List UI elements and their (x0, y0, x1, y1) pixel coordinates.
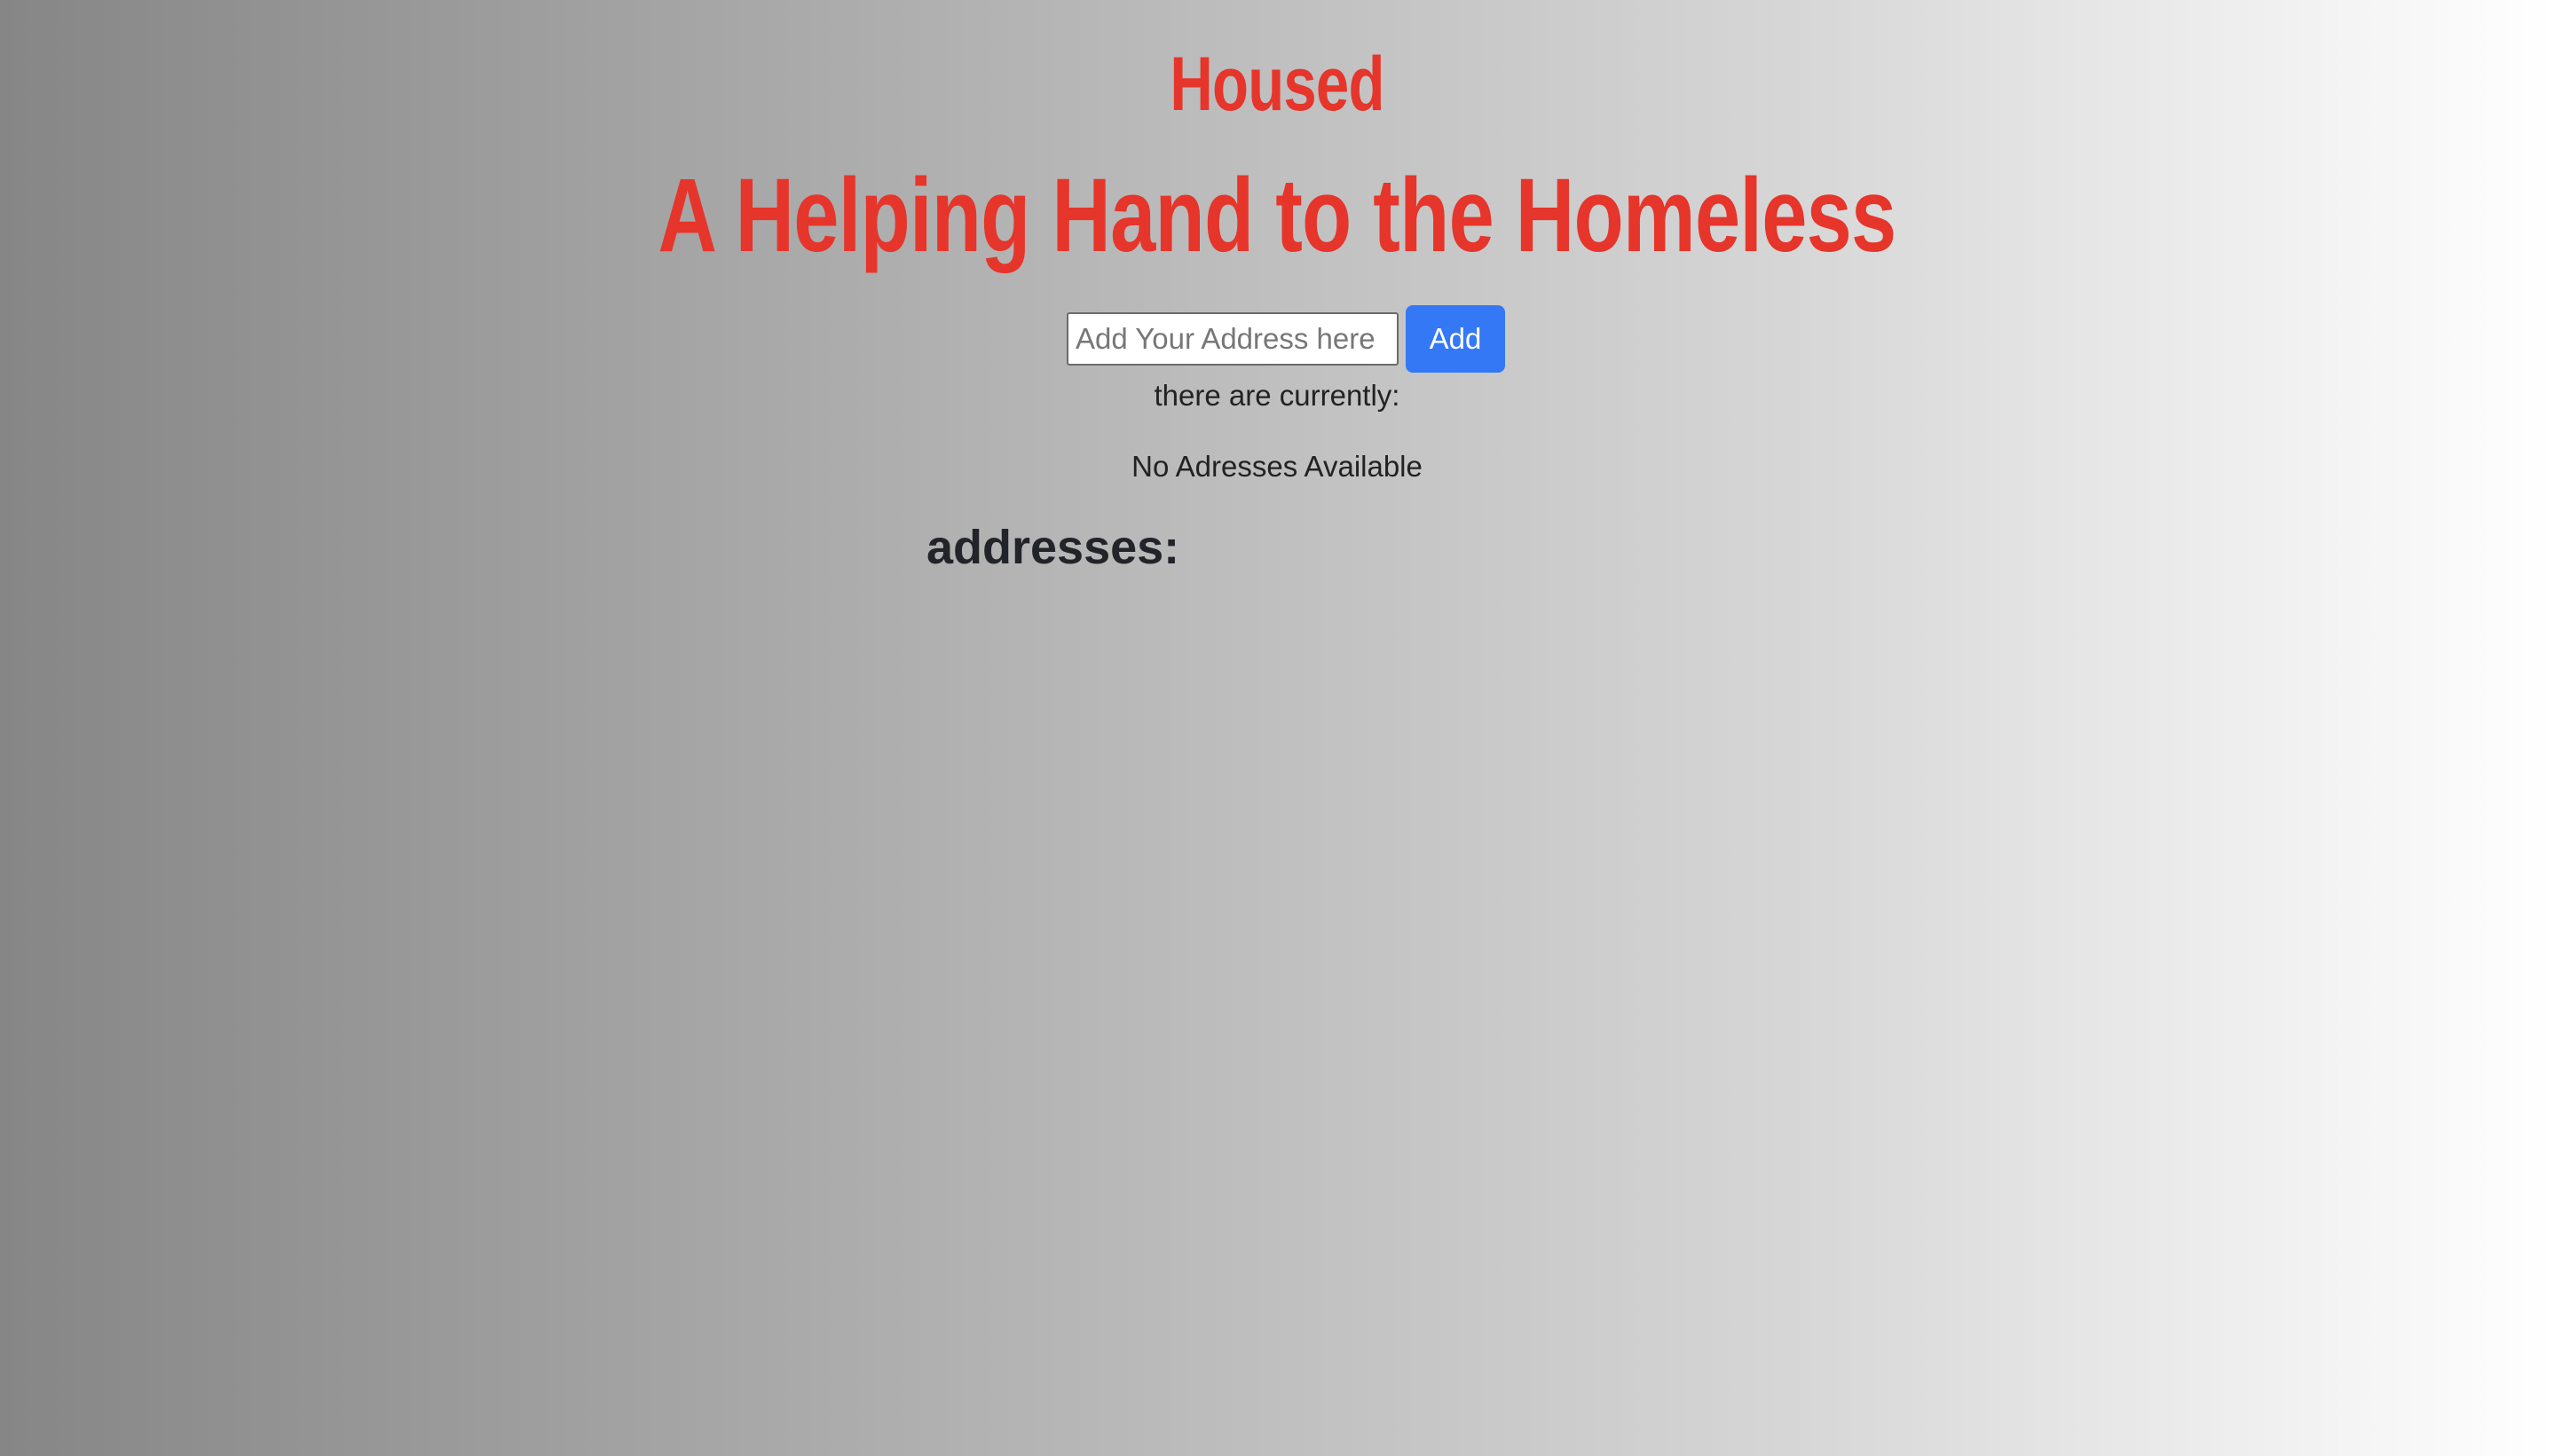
add-button[interactable]: Add (1406, 305, 1505, 373)
add-address-form: Add (1067, 305, 1505, 373)
site-title: Housed (1170, 42, 1384, 127)
site-tagline: A Helping Hand to the Homeless (658, 157, 1897, 274)
empty-addresses-message: No Adresses Available (1131, 450, 1423, 483)
addresses-heading: addresses: (926, 521, 1180, 574)
address-input[interactable] (1067, 312, 1399, 366)
address-count-label: there are currently: (1154, 379, 1400, 412)
